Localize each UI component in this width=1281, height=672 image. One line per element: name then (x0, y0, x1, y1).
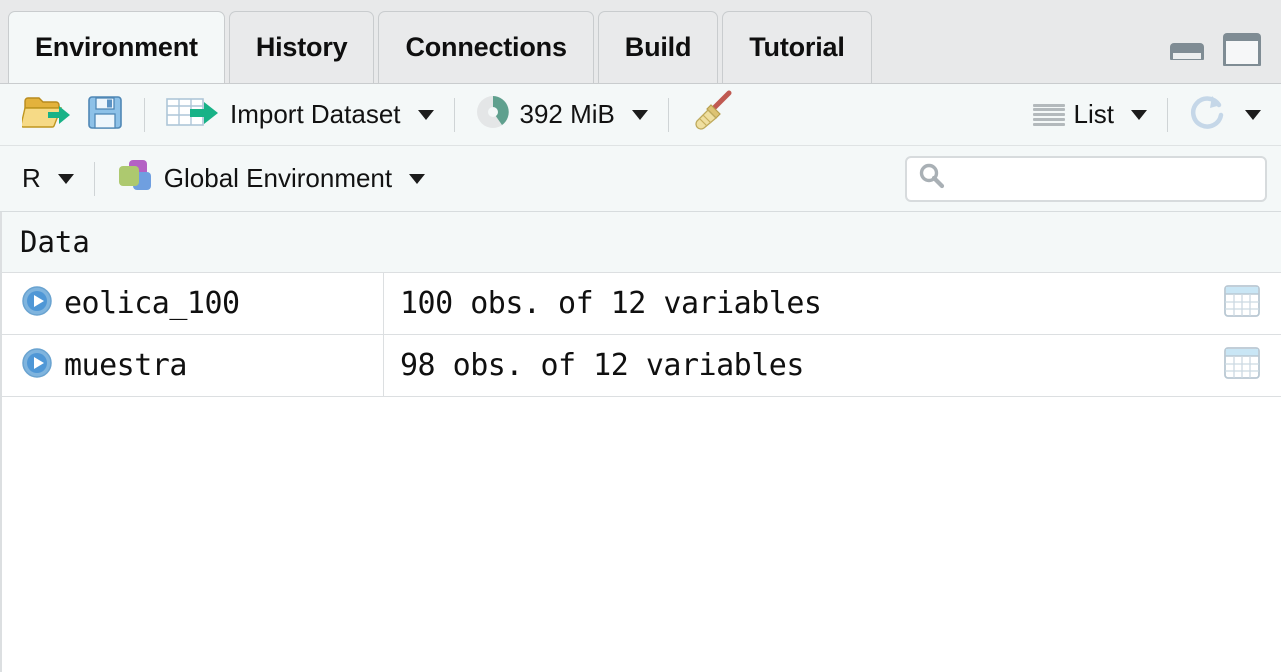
import-dataset-button[interactable]: Import Dataset (159, 91, 440, 138)
object-view-cell[interactable] (1203, 273, 1281, 334)
tab-environment-label: Environment (35, 32, 198, 63)
chevron-down-icon[interactable] (1131, 110, 1147, 120)
toolbar-divider-1 (144, 98, 145, 132)
tab-connections-label: Connections (405, 32, 566, 63)
object-description: 98 obs. of 12 variables (400, 348, 804, 383)
memory-usage-label: 392 MiB (520, 99, 615, 130)
table-view-icon[interactable] (1222, 283, 1262, 324)
toolbar-divider-4 (1167, 98, 1168, 132)
object-description-cell: 98 obs. of 12 variables (384, 335, 1203, 396)
chevron-down-icon[interactable] (1245, 110, 1261, 120)
table-view-icon[interactable] (1222, 345, 1262, 386)
search-icon (917, 161, 947, 196)
language-selector-button[interactable]: R (16, 161, 80, 196)
view-mode-label: List (1074, 99, 1114, 130)
object-view-cell[interactable] (1203, 335, 1281, 396)
object-name-cell[interactable]: muestra (2, 335, 384, 396)
table-import-icon (165, 93, 221, 136)
object-name-cell[interactable]: eolica_100 (2, 273, 384, 334)
search-box[interactable] (905, 156, 1267, 202)
environment-label: Global Environment (164, 163, 392, 194)
group-header-data: Data (2, 212, 1281, 273)
environment-cubes-icon (115, 157, 155, 200)
save-disk-icon (86, 93, 124, 136)
empty-list-area (2, 397, 1281, 607)
toolbar-divider-3 (668, 98, 669, 132)
group-header-label: Data (20, 225, 90, 259)
open-folder-icon (22, 92, 74, 137)
load-workspace-button[interactable] (16, 90, 80, 139)
tab-history-label: History (256, 32, 348, 63)
search-input[interactable] (953, 165, 1255, 193)
tab-tutorial-label: Tutorial (749, 32, 844, 63)
chevron-down-icon[interactable] (632, 110, 648, 120)
view-mode-button[interactable]: List (1027, 97, 1153, 132)
tab-build[interactable]: Build (598, 11, 719, 83)
clear-objects-button[interactable] (683, 87, 743, 142)
chevron-down-icon[interactable] (418, 110, 434, 120)
tab-environment[interactable]: Environment (8, 11, 225, 83)
pane-tab-bar: Environment History Connections Build Tu… (0, 0, 1281, 84)
memory-pie-icon (475, 94, 511, 135)
environment-selector-button[interactable]: Global Environment (109, 155, 431, 202)
refresh-button[interactable] (1182, 90, 1267, 139)
tab-history[interactable]: History (229, 11, 375, 83)
chevron-down-icon[interactable] (409, 174, 425, 184)
object-description-cell: 100 obs. of 12 variables (384, 273, 1203, 334)
save-workspace-button[interactable] (80, 91, 130, 138)
toolbar-divider-2 (454, 98, 455, 132)
object-description: 100 obs. of 12 variables (400, 286, 821, 321)
object-name: muestra (64, 348, 187, 383)
expand-arrow-icon[interactable] (20, 284, 54, 323)
language-label: R (22, 163, 41, 194)
import-dataset-label: Import Dataset (230, 99, 401, 130)
tab-connections[interactable]: Connections (378, 11, 593, 83)
memory-usage-button[interactable]: 392 MiB (469, 92, 654, 137)
tab-tutorial[interactable]: Tutorial (722, 11, 871, 83)
tab-build-label: Build (625, 32, 692, 63)
window-controls (1167, 31, 1281, 83)
chevron-down-icon[interactable] (58, 174, 74, 184)
list-lines-icon (1033, 104, 1065, 126)
envbar-divider (94, 162, 95, 196)
refresh-icon (1188, 92, 1228, 137)
environment-toolbar: Import Dataset 392 MiB (0, 84, 1281, 146)
object-name: eolica_100 (64, 286, 240, 321)
environment-selector-bar: R Global Environment (0, 146, 1281, 212)
broom-icon (689, 89, 737, 140)
table-row[interactable]: eolica_100 100 obs. of 12 variables (2, 273, 1281, 335)
table-row[interactable]: muestra 98 obs. of 12 variables (2, 335, 1281, 397)
expand-arrow-icon[interactable] (20, 346, 54, 385)
maximize-icon[interactable] (1221, 31, 1263, 69)
minimize-icon[interactable] (1167, 36, 1207, 64)
environment-object-list: Data eolica_100 100 obs. of 12 variables (0, 212, 1281, 672)
